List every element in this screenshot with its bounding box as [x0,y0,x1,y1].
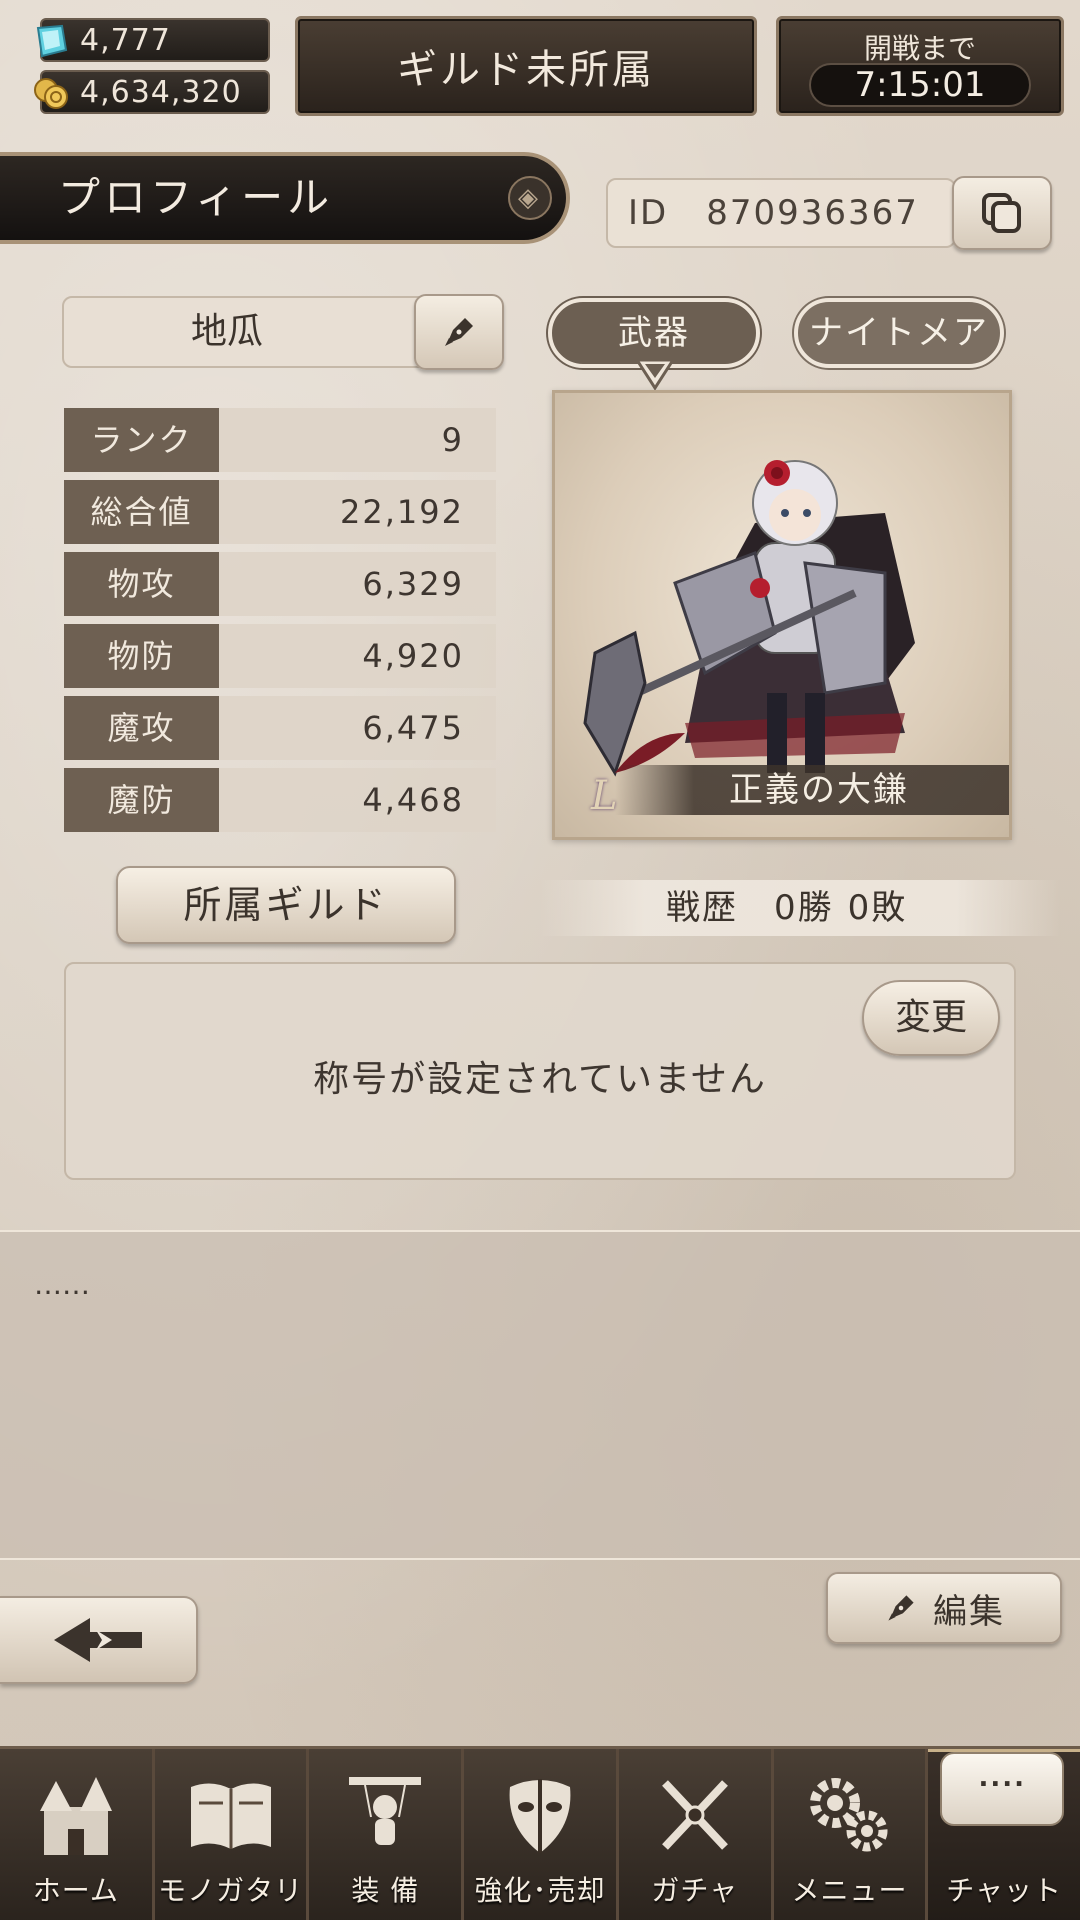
comment-panel: …… [0,1230,1080,1560]
record-wins: 0勝 [774,888,834,928]
stat-row-total: 総合値 22,192 [64,480,496,544]
player-title-panel: 称号が設定されていません 変更 [64,962,1016,1180]
stat-row-phys-def: 物防 4,920 [64,624,496,688]
id-label: ID [628,193,669,233]
affiliated-guild-label: 所属ギルド [183,883,389,927]
stat-row-mag-atk: 魔攻 6,475 [64,696,496,760]
swords-icon [661,1780,728,1850]
stat-label: 魔攻 [64,696,219,760]
back-arrow-icon [54,1618,142,1662]
nav-gacha-label: ガチャ [651,1874,739,1907]
coin-counter: 4,634,320 [34,70,270,114]
no-title-message: 称号が設定されていません [313,1059,767,1100]
stat-label: ランク [64,408,219,472]
nav-chat-label: チャット [946,1874,1063,1907]
page-title: プロフィール [58,173,334,222]
guild-status-banner[interactable]: ギルド未所属 [295,16,757,116]
comment-text: …… [34,1268,90,1301]
stat-value: 4,920 [219,624,496,688]
nav-menu[interactable]: メニュー [773,1749,929,1920]
nav-equipment[interactable]: 装 備 [309,1749,465,1920]
edit-profile-button[interactable]: 編集 [826,1572,1062,1644]
selected-tab-caret-icon [635,358,675,391]
player-name: 地瓜 [190,311,263,352]
weapon-name-bar: 正義の大鎌 [615,765,1009,815]
stat-row-phys-atk: 物攻 6,329 [64,552,496,616]
stat-value: 4,468 [219,768,496,832]
player-name-field: 地瓜 [62,296,462,368]
change-title-label: 変更 [894,997,967,1038]
change-title-button[interactable]: 変更 [862,980,1000,1056]
timer-value: 7:15:01 [809,63,1031,107]
guild-status-text: ギルド未所属 [397,47,655,93]
back-button[interactable] [0,1596,198,1684]
book-icon [190,1783,271,1849]
record-label: 戦歴 [666,888,738,928]
ornament-icon: ◈ [508,176,552,220]
player-id-field: ID 870936367 [606,178,956,248]
coin-icon [34,78,68,109]
copy-icon [982,193,1021,233]
copy-id-button[interactable] [952,176,1052,250]
nav-chat[interactable]: .... チャット [928,1749,1080,1920]
nav-story[interactable]: モノガタリ [154,1749,310,1920]
nav-enhance-sell[interactable]: 強化･売却 [464,1749,619,1920]
gem-count: 4,777 [80,22,171,58]
castle-icon [39,1777,112,1855]
stat-label: 物防 [64,624,219,688]
stat-row-rank: ランク 9 [64,408,496,472]
tab-weapon-label: 武器 [618,313,690,353]
stat-value: 22,192 [219,480,496,544]
nav-home-label: ホーム [32,1874,119,1907]
timer-label: 開戦まで [863,32,976,65]
stat-value: 9 [219,408,496,472]
stats-table: ランク 9 総合値 22,192 物攻 6,329 物防 4,920 魔攻 6,… [64,408,496,840]
id-value: 870936367 [706,193,919,233]
pen-icon [888,1595,914,1621]
battle-record: 戦歴 0勝 0敗 [540,880,1060,936]
chat-bubble-dots: .... [978,1763,1027,1793]
edit-profile-label: 編集 [933,1591,1005,1632]
nav-story-label: モノガタリ [158,1874,304,1907]
bottom-navigation: ホーム モノガタリ 装 備 強化･売却 ガチャ メニュー .... チャット [0,1746,1080,1920]
stat-label: 物攻 [64,552,219,616]
stat-label: 魔防 [64,768,219,832]
gem-icon [36,24,68,58]
gem-counter: 4,777 [36,18,270,62]
stat-label: 総合値 [64,480,219,544]
coin-count: 4,634,320 [80,74,242,110]
edit-name-button[interactable] [414,294,504,370]
nav-enhance-sell-label: 強化･売却 [474,1874,606,1907]
stat-row-mag-def: 魔防 4,468 [64,768,496,832]
tab-nightmare-label: ナイトメア [809,313,989,353]
nav-menu-label: メニュー [791,1874,908,1907]
stat-value: 6,329 [219,552,496,616]
gears-icon [810,1778,888,1852]
nav-gacha[interactable]: ガチャ [618,1749,774,1920]
nav-home[interactable]: ホーム [0,1749,155,1920]
record-losses: 0敗 [847,888,908,928]
weapon-name: 正義の大鎌 [729,770,909,810]
page-title-bar: プロフィール ◈ [0,152,570,244]
tab-nightmare[interactable]: ナイトメア [794,298,1004,368]
rarity-badge: L [591,773,618,819]
stat-value: 6,475 [219,696,496,760]
weapon-card[interactable]: 正義の大鎌 L [552,390,1012,840]
pen-icon [445,318,473,346]
battle-timer: 開戦まで 7:15:01 [776,16,1064,116]
mask-icon [509,1779,571,1853]
puppet-icon [349,1777,422,1845]
affiliated-guild-button[interactable]: 所属ギルド [116,866,456,944]
nav-equipment-label: 装 備 [351,1874,420,1907]
chat-bubble-icon: .... [940,1752,1065,1826]
